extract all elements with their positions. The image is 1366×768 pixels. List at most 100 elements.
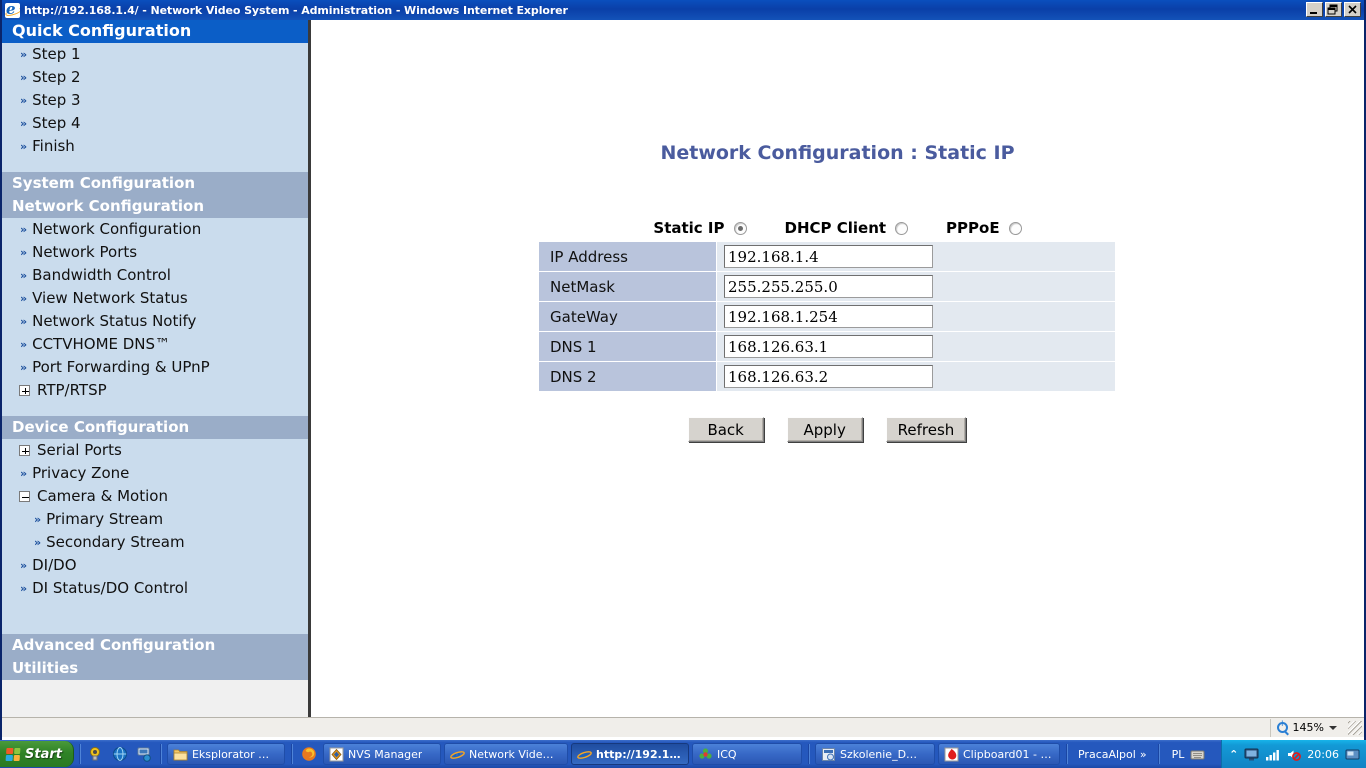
start-button[interactable]: Start xyxy=(0,741,74,767)
sidebar-item-network-ports[interactable]: » Network Ports xyxy=(2,241,308,264)
netmask-input[interactable] xyxy=(724,275,933,298)
dns-1-input[interactable] xyxy=(724,335,933,358)
sidebar-item-step-1[interactable]: » Step 1 xyxy=(2,43,308,66)
sidebar-item-label: Bandwidth Control xyxy=(32,266,171,284)
sidebar-item-privacy-zone[interactable]: » Privacy Zone xyxy=(2,462,308,485)
sidebar-item-label: Network Ports xyxy=(32,243,138,261)
taskbar-item-network-video-system[interactable]: e Network Video S... xyxy=(443,743,568,765)
sidebar-item-port-forwarding-upnp[interactable]: » Port Forwarding & UPnP xyxy=(2,356,308,379)
sidebar-device-configuration-items: Serial Ports » Privacy Zone Camera & Mot… xyxy=(2,439,308,634)
sidebar-item-step-4[interactable]: » Step 4 xyxy=(2,112,308,135)
doc-icon xyxy=(821,747,836,762)
sidebar-filler xyxy=(2,680,308,717)
collapse-minus-icon[interactable] xyxy=(19,491,30,502)
taskbar-item-szkolenie[interactable]: Szkolenie_Dmax... xyxy=(814,743,935,765)
chevron-right-icon: » xyxy=(20,140,27,153)
sidebar-header-advanced-configuration[interactable]: Advanced Configuration xyxy=(2,634,308,657)
sidebar-item-di-do[interactable]: » DI/DO xyxy=(2,554,308,577)
sidebar-item-label: DI Status/DO Control xyxy=(32,579,189,597)
taskbar-item-current-page[interactable]: e http://192.16... xyxy=(570,743,689,765)
field-label-dns-2: DNS 2 xyxy=(538,361,717,392)
mode-dhcp-client[interactable]: DHCP Client xyxy=(785,219,909,237)
sidebar-item-secondary-stream[interactable]: » Secondary Stream xyxy=(2,531,308,554)
field-cell-dns-1 xyxy=(716,331,1116,362)
sidebar-item-step-2[interactable]: » Step 2 xyxy=(2,66,308,89)
sidebar-item-step-3[interactable]: » Step 3 xyxy=(2,89,308,112)
show-hidden-icons-icon[interactable]: ⌃ xyxy=(1229,748,1238,761)
zoom-control[interactable]: 145% xyxy=(1269,718,1344,737)
sidebar-item-camera-motion[interactable]: Camera & Motion xyxy=(2,485,308,508)
sidebar-item-di-status-do-control[interactable]: » DI Status/DO Control xyxy=(2,577,308,600)
browser-globe-icon[interactable] xyxy=(112,746,128,762)
status-bar: 145% xyxy=(2,717,1364,737)
radio-pppoe[interactable] xyxy=(1008,221,1022,235)
back-button[interactable]: Back xyxy=(687,417,764,442)
apply-button[interactable]: Apply xyxy=(786,417,863,442)
expand-plus-icon[interactable] xyxy=(19,445,30,456)
sidebar-item-label: Step 4 xyxy=(32,114,81,132)
network-monitor-icon[interactable] xyxy=(1244,747,1259,762)
taskbar-item-nvs-manager[interactable]: NVS Manager xyxy=(322,743,441,765)
keyboard-icon[interactable] xyxy=(1190,747,1205,762)
chevron-double-right-icon[interactable]: » xyxy=(1140,748,1147,761)
svg-text:e: e xyxy=(580,748,588,762)
mode-label: DHCP Client xyxy=(784,219,887,237)
signal-bars-icon[interactable] xyxy=(1265,747,1280,762)
sidebar-header-quick-configuration[interactable]: Quick Configuration xyxy=(2,20,308,43)
dns-2-input[interactable] xyxy=(724,365,933,388)
sidebar-item-rtp-rtsp[interactable]: RTP/RTSP xyxy=(2,379,308,402)
refresh-button[interactable]: Refresh xyxy=(885,417,967,442)
mode-static-ip[interactable]: Static IP xyxy=(653,219,747,237)
restore-button[interactable] xyxy=(1325,2,1342,17)
sidebar-item-finish[interactable]: » Finish xyxy=(2,135,308,158)
close-button[interactable] xyxy=(1344,2,1361,17)
sidebar-spacer xyxy=(2,402,308,416)
taskbar-item-icq[interactable]: ICQ xyxy=(691,743,802,765)
field-label-netmask: NetMask xyxy=(538,271,717,302)
device-config-icon[interactable] xyxy=(136,746,152,762)
firefox-icon[interactable] xyxy=(301,746,317,762)
sidebar-header-utilities[interactable]: Utilities xyxy=(2,657,308,680)
sidebar-header-network-configuration[interactable]: Network Configuration xyxy=(2,195,308,218)
page-title: Network Configuration : Static IP xyxy=(660,142,1015,164)
sidebar-item-label: Finish xyxy=(32,137,75,155)
sidebar-header-system-configuration[interactable]: System Configuration xyxy=(2,172,308,195)
radio-static-ip[interactable] xyxy=(733,221,747,235)
ie-icon: e xyxy=(450,747,465,762)
minimize-button[interactable] xyxy=(1306,2,1323,17)
sidebar-item-bandwidth-control[interactable]: » Bandwidth Control xyxy=(2,264,308,287)
volume-muted-icon[interactable] xyxy=(1286,747,1302,762)
taskbar-item-clipboard01[interactable]: Clipboard01 - Irf... xyxy=(937,743,1060,765)
connection-mode-radio-group: Static IP DHCP Client PPPoE xyxy=(311,219,1364,237)
chevron-right-icon: » xyxy=(20,246,27,259)
taskbar-item-eksplorator[interactable]: Eksplorator Wi... xyxy=(166,743,285,765)
expand-plus-icon[interactable] xyxy=(19,385,30,396)
language-bar[interactable]: PL xyxy=(1165,747,1213,762)
sidebar-item-network-status-notify[interactable]: » Network Status Notify xyxy=(2,310,308,333)
sidebar-item-network-configuration[interactable]: » Network Configuration xyxy=(2,218,308,241)
sidebar-item-serial-ports[interactable]: Serial Ports xyxy=(2,439,308,462)
sidebar-spacer xyxy=(2,600,308,634)
mode-pppoe[interactable]: PPPoE xyxy=(946,219,1022,237)
chevron-right-icon: » xyxy=(20,338,27,351)
show-desktop-icon[interactable] xyxy=(1345,747,1360,762)
sidebar-item-view-network-status[interactable]: » View Network Status xyxy=(2,287,308,310)
praca-alpol-toolbar[interactable]: PracaAlpol » xyxy=(1073,748,1152,761)
sidebar-item-cctvhome-dns[interactable]: » CCTVHOME DNS™ xyxy=(2,333,308,356)
taskbar-item-label: Network Video S... xyxy=(468,747,560,761)
resize-grip-icon[interactable] xyxy=(1348,720,1362,735)
radio-dhcp-client[interactable] xyxy=(895,221,909,235)
sidebar-item-label: Camera & Motion xyxy=(37,487,168,505)
ip-address-input[interactable] xyxy=(724,245,933,268)
task-button-list: Eksplorator Wi... NVS Manager e Network … xyxy=(164,743,1221,765)
gateway-input[interactable] xyxy=(724,305,933,328)
field-label-gateway: GateWay xyxy=(538,301,717,332)
chevron-right-icon: » xyxy=(20,361,27,374)
sidebar-header-device-configuration[interactable]: Device Configuration xyxy=(2,416,308,439)
webcam-icon[interactable] xyxy=(88,746,104,762)
clock-label[interactable]: 20:06 xyxy=(1307,748,1339,761)
sidebar-item-primary-stream[interactable]: » Primary Stream xyxy=(2,508,308,531)
field-label-dns-1: DNS 1 xyxy=(538,331,717,362)
system-tray: ⌃ 20:06 xyxy=(1221,740,1366,768)
caret-down-icon[interactable] xyxy=(1329,725,1337,730)
